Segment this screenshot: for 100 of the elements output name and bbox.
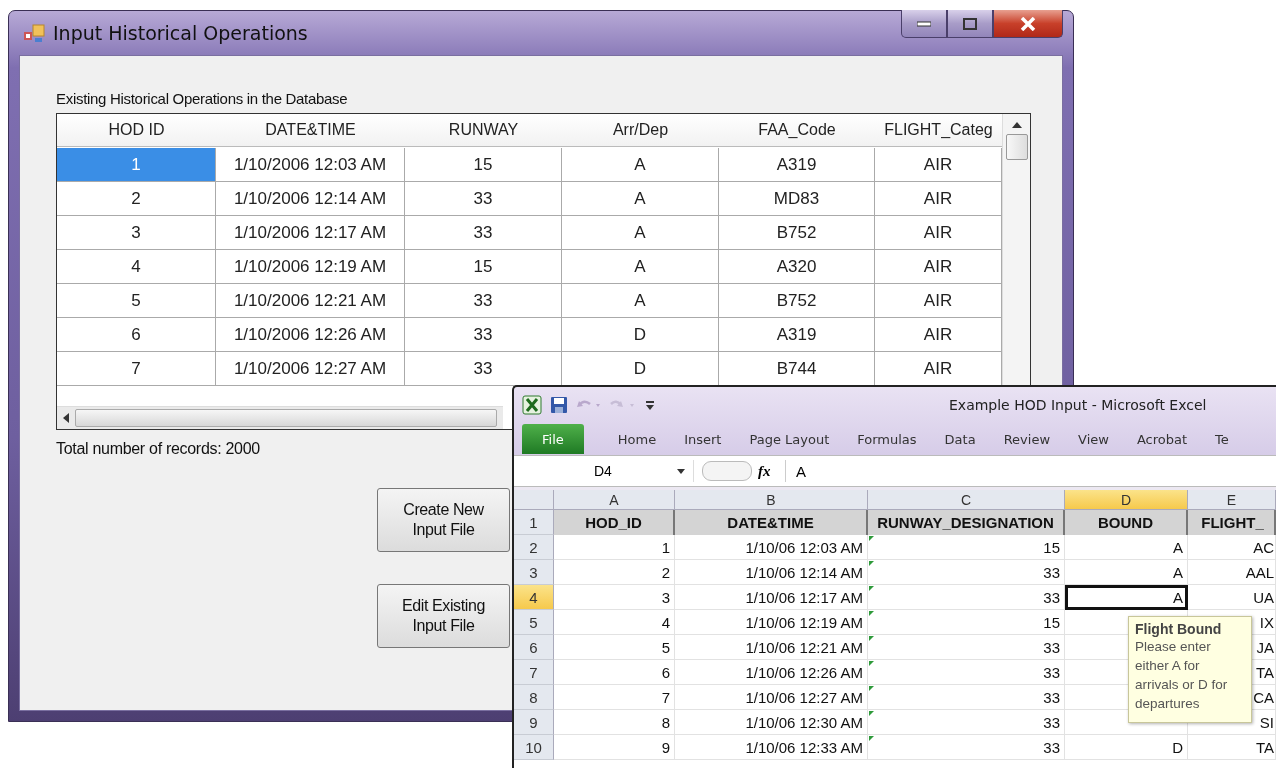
ribbon-tab[interactable]: Insert (670, 424, 736, 454)
table-cell[interactable]: 33 (405, 352, 562, 386)
row-header[interactable]: 6 (514, 635, 554, 660)
table-cell[interactable]: A320 (719, 250, 875, 284)
table-cell[interactable]: 4 (57, 250, 216, 284)
table-cell[interactable]: AIR (875, 182, 1002, 216)
scroll-thumb[interactable] (1005, 134, 1028, 160)
ribbon-tab[interactable]: View (1064, 424, 1123, 454)
table-cell[interactable]: A (1065, 560, 1188, 585)
column-header[interactable]: E (1188, 490, 1276, 510)
table-cell[interactable]: A319 (719, 318, 875, 352)
table-cell[interactable]: UA (1188, 585, 1276, 610)
table-cell[interactable]: 33 (405, 182, 562, 216)
table-cell[interactable]: 6 (57, 318, 216, 352)
ribbon-tab[interactable]: Data (930, 424, 990, 454)
save-icon[interactable] (550, 396, 568, 414)
table-cell[interactable]: A (562, 250, 719, 284)
maximize-button[interactable] (947, 10, 993, 38)
table-cell[interactable]: B752 (719, 216, 875, 250)
table-cell[interactable]: 1/10/06 12:14 AM (675, 560, 868, 585)
table-cell[interactable]: 1/10/06 12:26 AM (675, 660, 868, 685)
table-cell[interactable]: 1/10/2006 12:17 AM (216, 216, 405, 250)
table-cell[interactable]: 15 (405, 148, 562, 182)
table-cell[interactable]: 3 (57, 216, 216, 250)
table-cell[interactable]: 33 (868, 560, 1065, 585)
table-cell[interactable]: AIR (875, 148, 1002, 182)
table-cell[interactable]: 1/10/2006 12:27 AM (216, 352, 405, 386)
customize-caret-icon[interactable] (644, 399, 656, 411)
column-header[interactable]: A (554, 490, 675, 510)
table-cell[interactable]: HOD_ID (554, 510, 675, 535)
table-cell[interactable]: AAL (1188, 560, 1276, 585)
table-cell[interactable]: 1/10/2006 12:19 AM (216, 250, 405, 284)
table-cell[interactable]: 7 (554, 685, 675, 710)
table-cell[interactable]: BOUND (1065, 510, 1188, 535)
row-header[interactable]: 3 (514, 560, 554, 585)
table-cell[interactable]: AIR (875, 250, 1002, 284)
minimize-button[interactable] (901, 10, 947, 38)
row-header[interactable]: 2 (514, 535, 554, 560)
action-button[interactable]: Edit Existing Input File (377, 584, 510, 648)
ribbon-tab[interactable]: Te (1201, 424, 1243, 454)
table-cell[interactable]: 1/10/06 12:17 AM (675, 585, 868, 610)
table-cell[interactable]: 1/10/06 12:33 AM (675, 735, 868, 760)
table-cell[interactable]: 2 (57, 182, 216, 216)
ribbon-tab[interactable]: Formulas (843, 424, 931, 454)
table-cell[interactable]: DATE&TIME (675, 510, 868, 535)
ribbon-tab[interactable]: Acrobat (1122, 424, 1202, 454)
row-header[interactable]: 10 (514, 735, 554, 760)
table-cell[interactable]: 1/10/06 12:21 AM (675, 635, 868, 660)
table-cell[interactable]: 1/10/2006 12:14 AM (216, 182, 405, 216)
table-cell[interactable]: TA (1188, 735, 1276, 760)
table-cell[interactable]: D (562, 318, 719, 352)
spreadsheet-logo-icon[interactable] (522, 395, 542, 415)
scroll-up-icon[interactable] (1011, 122, 1022, 128)
table-cell[interactable]: B752 (719, 284, 875, 318)
table-cell[interactable]: A319 (719, 148, 875, 182)
table-cell[interactable]: 1/10/06 12:03 AM (675, 535, 868, 560)
scroll-left-icon[interactable] (63, 413, 69, 423)
table-cell[interactable]: A (562, 182, 719, 216)
table-cell[interactable]: 15 (868, 535, 1065, 560)
table-cell[interactable]: 7 (57, 352, 216, 386)
table-cell[interactable]: 33 (868, 635, 1065, 660)
table-cell[interactable]: 2 (554, 560, 675, 585)
table-cell[interactable]: AC (1188, 535, 1276, 560)
table-cell[interactable]: 33 (868, 585, 1065, 610)
table-cell[interactable]: 15 (405, 250, 562, 284)
table-cell[interactable]: 8 (554, 710, 675, 735)
table-cell[interactable]: 5 (57, 284, 216, 318)
table-cell[interactable]: 1/10/2006 12:26 AM (216, 318, 405, 352)
vertical-scrollbar[interactable] (1002, 114, 1030, 386)
table-cell[interactable]: 15 (868, 610, 1065, 635)
table-cell[interactable]: 33 (405, 216, 562, 250)
table-cell[interactable]: 33 (868, 710, 1065, 735)
table-cell[interactable]: AIR (875, 284, 1002, 318)
table-cell[interactable]: 1/10/06 12:19 AM (675, 610, 868, 635)
table-cell[interactable]: A (562, 216, 719, 250)
table-cell[interactable]: A (1065, 585, 1188, 610)
table-cell[interactable]: D (1065, 735, 1188, 760)
table-cell[interactable]: 3 (554, 585, 675, 610)
table-cell[interactable]: MD83 (719, 182, 875, 216)
table-cell[interactable]: 1/10/2006 12:03 AM (216, 148, 405, 182)
table-cell[interactable]: A (562, 284, 719, 318)
horizontal-scrollbar[interactable] (57, 406, 503, 429)
ribbon-tab[interactable]: Page Layout (735, 424, 844, 454)
column-header[interactable]: D (1065, 490, 1188, 510)
row-header[interactable]: 1 (514, 510, 554, 535)
table-cell[interactable]: 1 (554, 535, 675, 560)
file-menu-button[interactable]: File (522, 424, 584, 454)
insert-function-button[interactable]: fx (758, 462, 771, 480)
scroll-thumb[interactable] (75, 409, 497, 427)
name-box[interactable]: D4 (514, 460, 694, 482)
table-cell[interactable]: 1/10/06 12:30 AM (675, 710, 868, 735)
table-cell[interactable]: 33 (868, 660, 1065, 685)
table-cell[interactable]: 4 (554, 610, 675, 635)
row-header[interactable]: 5 (514, 610, 554, 635)
column-header[interactable]: C (868, 490, 1065, 510)
table-cell[interactable]: 5 (554, 635, 675, 660)
table-cell[interactable]: 33 (868, 735, 1065, 760)
table-cell[interactable]: AIR (875, 318, 1002, 352)
table-cell[interactable]: 1/10/06 12:27 AM (675, 685, 868, 710)
row-header[interactable]: 9 (514, 710, 554, 735)
